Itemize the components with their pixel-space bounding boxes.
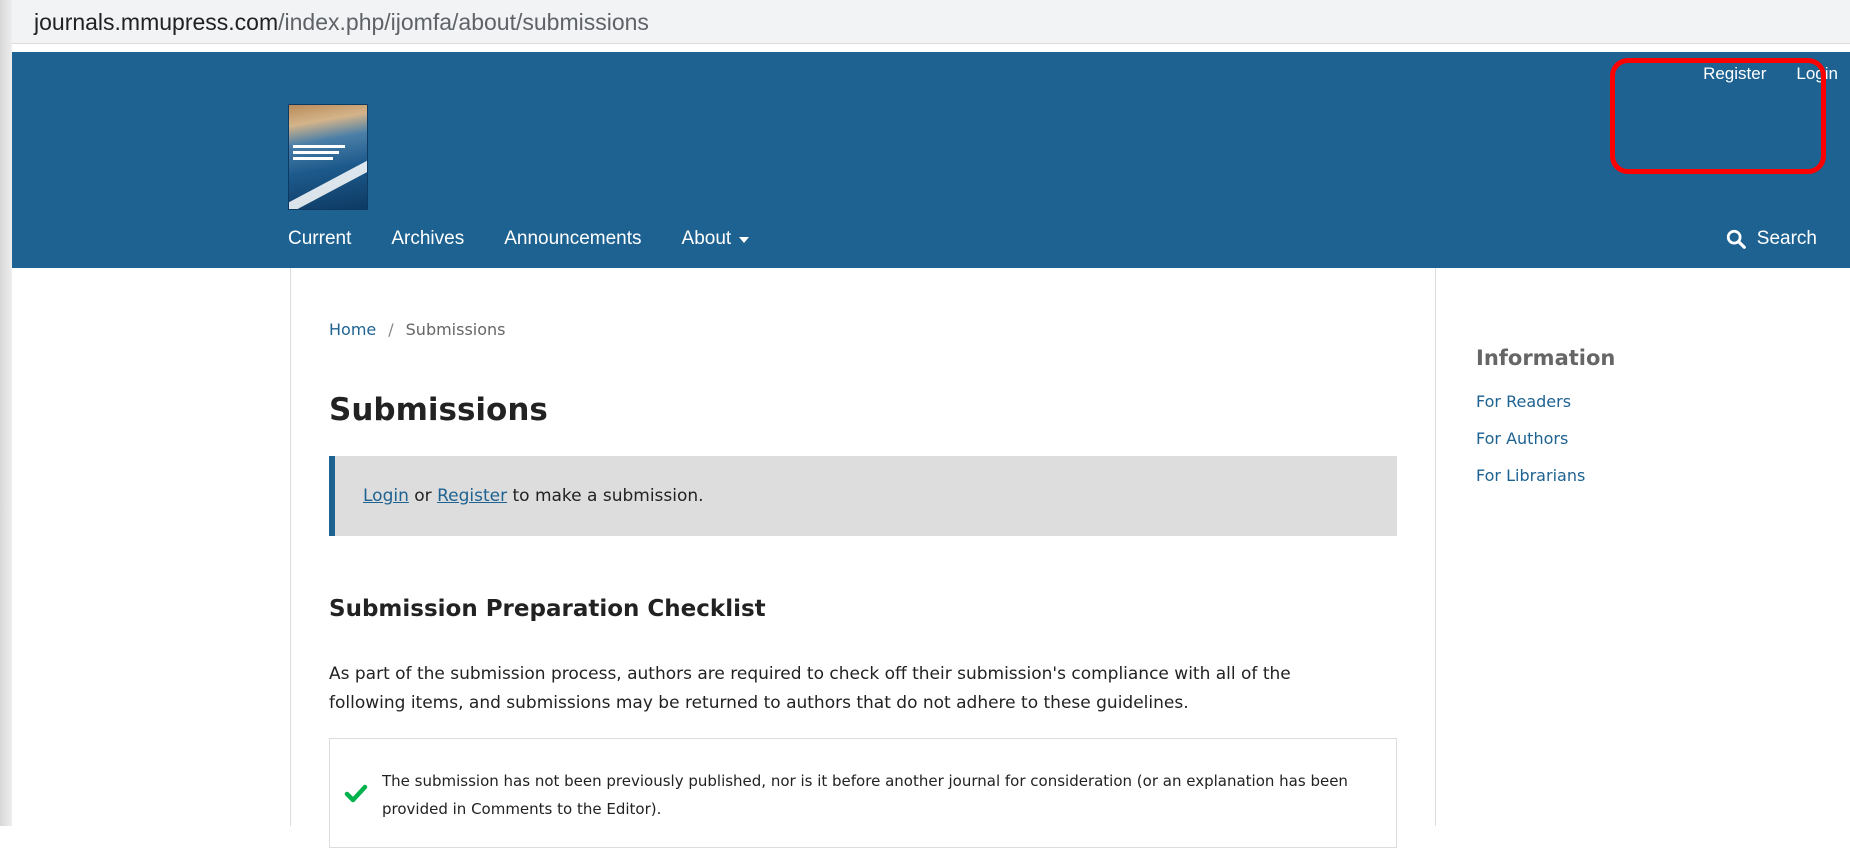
nav-archives[interactable]: Archives xyxy=(391,228,464,250)
checklist-box: The submission has not been previously p… xyxy=(329,738,1397,848)
sidebar-links: For Readers For Authors For Librarians xyxy=(1476,392,1776,485)
browser-address-bar[interactable]: journals.mmupress.com/index.php/ijomfa/a… xyxy=(12,0,1850,44)
breadcrumb-home-link[interactable]: Home xyxy=(329,320,376,339)
cta-register-link[interactable]: Register xyxy=(437,486,507,506)
sidebar-link-authors[interactable]: For Authors xyxy=(1476,429,1776,448)
cta-suffix-text: to make a submission. xyxy=(507,486,704,506)
annotation-highlight-box xyxy=(1610,58,1826,174)
sidebar-link-readers[interactable]: For Readers xyxy=(1476,392,1776,411)
address-bar-url[interactable]: journals.mmupress.com/index.php/ijomfa/a… xyxy=(34,9,649,36)
breadcrumb: Home / Submissions xyxy=(329,320,506,339)
logo-text-line xyxy=(293,145,345,148)
logo-text-line xyxy=(293,151,339,154)
checklist-title: Submission Preparation Checklist xyxy=(329,596,766,622)
page-title: Submissions xyxy=(329,392,548,428)
logo-stripe xyxy=(289,153,367,209)
nav-about-dropdown[interactable]: About xyxy=(682,228,750,250)
checklist-item-text: The submission has not been previously p… xyxy=(382,772,1348,818)
submission-login-notice: Login or Register to make a submission. xyxy=(329,456,1397,536)
url-host: journals.mmupress.com xyxy=(34,9,279,35)
nav-about-label: About xyxy=(681,228,732,249)
cta-login-link[interactable]: Login xyxy=(363,486,409,506)
nav-current[interactable]: Current xyxy=(288,228,351,250)
nav-current-label: Current xyxy=(288,228,352,249)
search-icon xyxy=(1726,229,1746,249)
journal-logo[interactable] xyxy=(288,104,368,210)
url-path: /index.php/ijomfa/about/submissions xyxy=(278,9,649,35)
sidebar-information: Information For Readers For Authors For … xyxy=(1476,346,1776,503)
breadcrumb-separator: / xyxy=(388,320,394,339)
sidebar-title: Information xyxy=(1476,346,1616,370)
caret-down-icon xyxy=(739,237,750,243)
cta-or-text: or xyxy=(408,486,438,506)
site-header: Register Login Current Archives Announce… xyxy=(12,52,1850,268)
logo-text-line xyxy=(293,157,333,160)
primary-navigation: Current Archives Announcements About xyxy=(288,228,750,250)
sidebar-link-librarians[interactable]: For Librarians xyxy=(1476,466,1776,485)
breadcrumb-current: Submissions xyxy=(405,320,506,339)
main-content: Home / Submissions Submissions Login or Re… xyxy=(290,268,1436,848)
search-label: Search xyxy=(1756,228,1817,249)
nav-archives-label: Archives xyxy=(391,228,465,249)
screen-edge-strip xyxy=(0,0,12,826)
check-icon xyxy=(344,784,368,803)
checklist-item: The submission has not been previously p… xyxy=(344,767,1384,823)
search-button[interactable]: Search xyxy=(1725,228,1817,250)
nav-announcements[interactable]: Announcements xyxy=(504,228,641,250)
checklist-description: As part of the submission process, autho… xyxy=(329,664,1291,713)
nav-announcements-label: Announcements xyxy=(504,228,642,249)
